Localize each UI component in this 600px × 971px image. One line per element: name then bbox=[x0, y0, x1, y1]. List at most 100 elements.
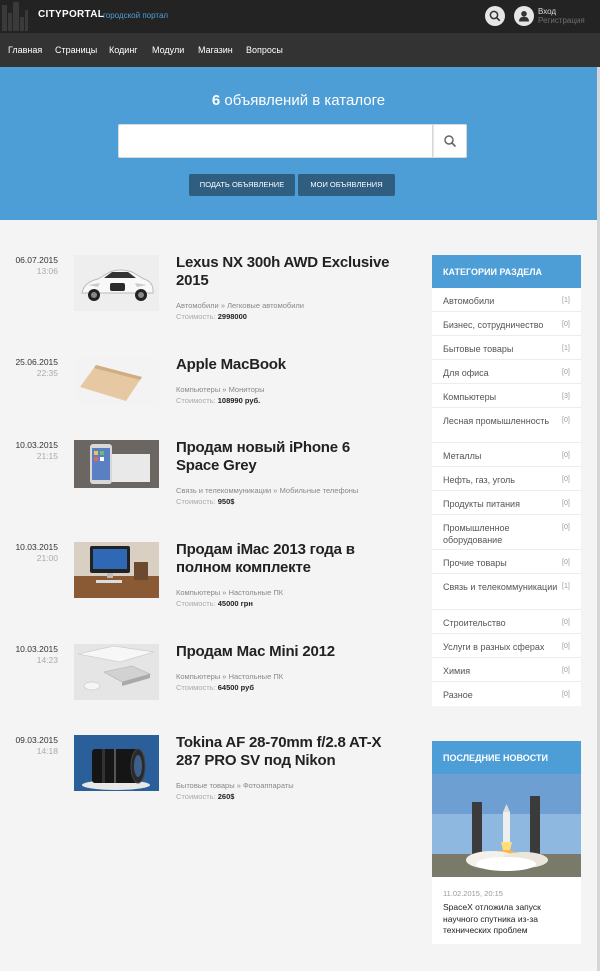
listing-subcategory-link[interactable]: Фотоаппараты bbox=[243, 781, 294, 790]
listing-category: Компьютеры » Мониторы bbox=[176, 385, 265, 394]
listing-category-link[interactable]: Компьютеры bbox=[176, 588, 220, 597]
category-name[interactable]: Услуги в разных сферах bbox=[443, 641, 558, 653]
listing-title[interactable]: Tokina AF 28-70mm f/2.8 AT-X 287 PRO SV … bbox=[176, 734, 391, 770]
category-item[interactable]: Лесная промышленность [0] bbox=[432, 408, 581, 443]
category-item[interactable]: Нефть, газ, уголь [0] bbox=[432, 467, 581, 491]
listing-category-link[interactable]: Бытовые товары bbox=[176, 781, 235, 790]
listing-title[interactable]: Продам iMac 2013 года в полном комплекте bbox=[176, 541, 391, 577]
catalog-count: 6 bbox=[211, 92, 221, 109]
listing-category: Компьютеры » Настольные ПК bbox=[176, 588, 284, 597]
listing-price: 950$ bbox=[217, 497, 235, 506]
listing-time: 21:15 bbox=[36, 451, 58, 461]
nav-item-coding[interactable]: Кодинг bbox=[109, 45, 138, 55]
category-item[interactable]: Бытовые товары [1] bbox=[432, 336, 581, 360]
listing-thumbnail[interactable] bbox=[74, 542, 159, 598]
city-skyline-logo-icon[interactable] bbox=[2, 2, 28, 31]
add-ad-button[interactable]: ПОДАТЬ ОБЪЯВЛЕНИЕ bbox=[189, 174, 295, 196]
listing-thumbnail[interactable] bbox=[74, 357, 159, 413]
listing-cost: Стоимость: 2998000 bbox=[176, 312, 247, 321]
catalog-search-button[interactable] bbox=[433, 124, 467, 158]
category-name[interactable]: Лесная промышленность bbox=[443, 415, 558, 427]
listing-subcategory-link[interactable]: Настольные ПК bbox=[229, 672, 284, 681]
login-link[interactable]: Вход bbox=[538, 7, 556, 16]
category-name[interactable]: Разное bbox=[443, 689, 558, 701]
category-name[interactable]: Продукты питания bbox=[443, 498, 558, 510]
listing-time: 21:00 bbox=[36, 553, 58, 563]
category-item[interactable]: Связь и телекоммуникации [1] bbox=[432, 574, 581, 610]
listing-cost: Стоимость: 260$ bbox=[176, 792, 234, 801]
category-item[interactable]: Компьютеры [3] bbox=[432, 384, 581, 408]
search-icon bbox=[444, 135, 456, 147]
listing-price: 64500 руб bbox=[217, 683, 254, 692]
nav-item-questions[interactable]: Вопросы bbox=[246, 45, 283, 55]
listing-thumbnail[interactable] bbox=[74, 735, 159, 791]
news-card[interactable]: 11.02.2015, 20:15 SpaceX отложила запуск… bbox=[432, 774, 581, 944]
category-count: [1] bbox=[562, 583, 570, 590]
categories-list: Автомобили [1] Бизнес, сотрудничество [0… bbox=[432, 288, 581, 706]
category-item[interactable]: Прочие товары [0] bbox=[432, 550, 581, 574]
listing-thumbnail[interactable] bbox=[74, 255, 159, 311]
category-item[interactable]: Разное [0] bbox=[432, 682, 581, 706]
listing-price: 45000 грн bbox=[217, 599, 253, 608]
listing-subcategory-link[interactable]: Легковые автомобили bbox=[227, 301, 304, 310]
category-name[interactable]: Компьютеры bbox=[443, 391, 558, 403]
listing-thumbnail[interactable] bbox=[74, 644, 159, 700]
listing-time: 14:18 bbox=[36, 746, 58, 756]
catalog-hero: 6 объявлений в каталоге ПОДАТЬ ОБЪЯВЛЕНИ… bbox=[0, 67, 597, 220]
header-search-button[interactable] bbox=[485, 6, 505, 26]
category-name[interactable]: Строительство bbox=[443, 617, 558, 629]
category-item[interactable]: Строительство [0] bbox=[432, 610, 581, 634]
listing-cost: Стоимость: 45000 грн bbox=[176, 599, 253, 608]
category-name[interactable]: Нефть, газ, уголь bbox=[443, 474, 558, 486]
listing-cost-label: Стоимость: bbox=[176, 683, 216, 692]
category-name[interactable]: Бытовые товары bbox=[443, 343, 558, 355]
listing-title[interactable]: Продам Mac Mini 2012 bbox=[176, 643, 391, 661]
listing-title[interactable]: Lexus NX 300h AWD Exclusive 2015 bbox=[176, 254, 391, 290]
register-link[interactable]: Регистрация bbox=[538, 16, 585, 25]
logo-name[interactable]: CITYPORTAL bbox=[38, 9, 104, 20]
category-item[interactable]: Химия [0] bbox=[432, 658, 581, 682]
listing-category-link[interactable]: Компьютеры bbox=[176, 385, 220, 394]
nav-item-home[interactable]: Главная bbox=[8, 45, 42, 55]
listing-category-link[interactable]: Автомобили bbox=[176, 301, 219, 310]
news-image[interactable] bbox=[432, 774, 581, 877]
news-headline[interactable]: SpaceX отложила запуск научного спутника… bbox=[443, 902, 575, 937]
listing-subcategory-link[interactable]: Мобильные телефоны bbox=[280, 486, 359, 495]
listing-date: 10.03.2015 bbox=[15, 542, 58, 552]
category-count: [0] bbox=[562, 417, 570, 424]
listing-title[interactable]: Apple MacBook bbox=[176, 356, 391, 374]
category-item[interactable]: Бизнес, сотрудничество [0] bbox=[432, 312, 581, 336]
nav-item-pages[interactable]: Страницы bbox=[55, 45, 97, 55]
category-name[interactable]: Химия bbox=[443, 665, 558, 677]
listing-date: 10.03.2015 bbox=[15, 644, 58, 654]
category-name[interactable]: Прочие товары bbox=[443, 557, 558, 569]
catalog-search-input[interactable] bbox=[118, 124, 433, 158]
listing-category: Связь и телекоммуникации » Мобильные тел… bbox=[176, 486, 359, 495]
listing-category-link[interactable]: Компьютеры bbox=[176, 672, 220, 681]
nav-item-modules[interactable]: Модули bbox=[152, 45, 184, 55]
category-item[interactable]: Продукты питания [0] bbox=[432, 491, 581, 515]
listing-subcategory-link[interactable]: Настольные ПК bbox=[229, 588, 284, 597]
category-item[interactable]: Металлы [0] bbox=[432, 443, 581, 467]
news-date: 11.02.2015, 20:15 bbox=[443, 889, 503, 898]
category-item[interactable]: Промышленное оборудование [0] bbox=[432, 515, 581, 550]
category-name[interactable]: Бизнес, сотрудничество bbox=[443, 319, 558, 331]
nav-item-shop[interactable]: Магазин bbox=[198, 45, 233, 55]
category-count: [1] bbox=[562, 297, 570, 304]
category-name[interactable]: Для офиса bbox=[443, 367, 558, 379]
listing-title[interactable]: Продам новый iPhone 6 Space Grey bbox=[176, 439, 391, 475]
category-name[interactable]: Металлы bbox=[443, 450, 558, 462]
category-item[interactable]: Автомобили [1] bbox=[432, 288, 581, 312]
my-ads-button[interactable]: МОИ ОБЪЯВЛЕНИЯ bbox=[298, 174, 395, 196]
category-name[interactable]: Связь и телекоммуникации bbox=[443, 581, 558, 593]
user-button[interactable] bbox=[514, 6, 534, 26]
listing-thumbnail[interactable] bbox=[74, 440, 159, 496]
listing-subcategory-link[interactable]: Мониторы bbox=[229, 385, 265, 394]
category-name[interactable]: Автомобили bbox=[443, 295, 558, 307]
category-name[interactable]: Промышленное оборудование bbox=[443, 522, 558, 546]
category-item[interactable]: Для офиса [0] bbox=[432, 360, 581, 384]
listing-date: 25.06.2015 bbox=[15, 357, 58, 367]
listing-category-link[interactable]: Связь и телекоммуникации bbox=[176, 486, 271, 495]
category-item[interactable]: Услуги в разных сферах [0] bbox=[432, 634, 581, 658]
listing-category: Автомобили » Легковые автомобили bbox=[176, 301, 304, 310]
